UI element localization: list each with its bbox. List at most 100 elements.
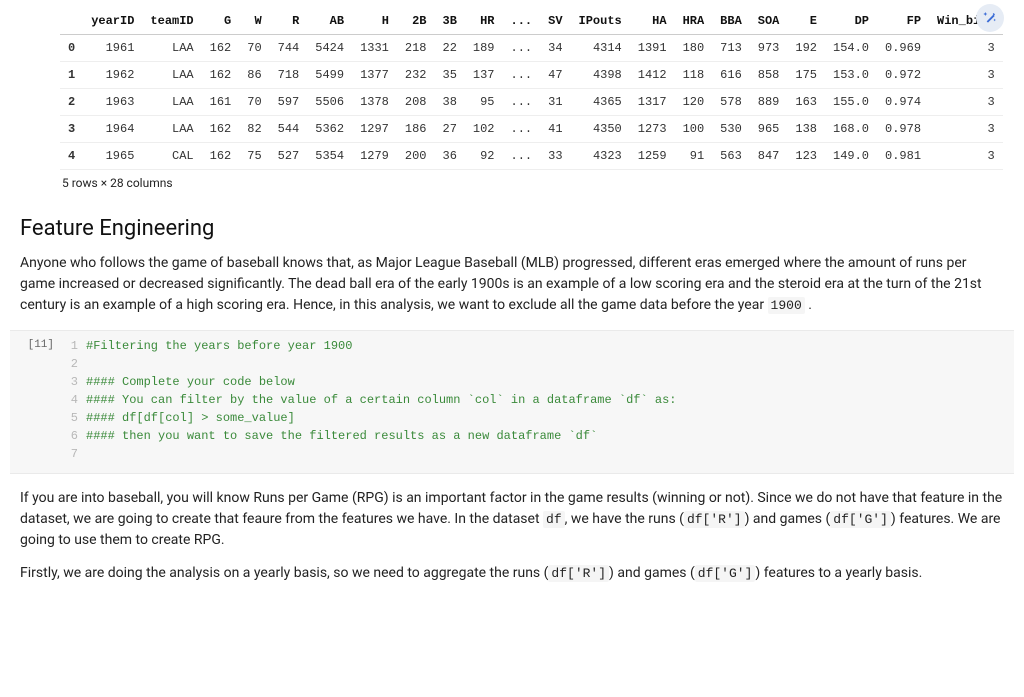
dataframe-table: yearIDteamIDGWRABH2B3BHR...SVIPoutsHAHRA… bbox=[60, 8, 1003, 170]
table-cell: 186 bbox=[397, 116, 435, 143]
table-cell: 578 bbox=[712, 89, 750, 116]
table-cell: 1297 bbox=[352, 116, 397, 143]
line-number: 6 bbox=[60, 427, 86, 445]
table-cell: LAA bbox=[142, 116, 201, 143]
table-cell: 4365 bbox=[571, 89, 630, 116]
table-cell: 95 bbox=[465, 89, 503, 116]
table-cell: 847 bbox=[750, 143, 788, 170]
table-cell: 175 bbox=[787, 62, 825, 89]
table-cell: 155.0 bbox=[825, 89, 877, 116]
table-cell: 162 bbox=[202, 143, 240, 170]
table-cell: 123 bbox=[787, 143, 825, 170]
table-cell: 200 bbox=[397, 143, 435, 170]
table-cell: 1962 bbox=[83, 62, 142, 89]
table-cell: 35 bbox=[435, 62, 465, 89]
paragraph-2: If you are into baseball, you will know … bbox=[20, 488, 1004, 551]
table-cell: 1377 bbox=[352, 62, 397, 89]
table-cell: 208 bbox=[397, 89, 435, 116]
table-cell: 163 bbox=[787, 89, 825, 116]
table-cell: 1961 bbox=[83, 35, 142, 62]
inline-code: df['G'] bbox=[830, 511, 891, 528]
cell-prompt: [11] bbox=[10, 331, 60, 351]
table-cell: 597 bbox=[270, 89, 308, 116]
table-cell: 41 bbox=[540, 116, 570, 143]
table-cell: 1331 bbox=[352, 35, 397, 62]
text: ) features to a yearly basis. bbox=[755, 565, 922, 581]
table-cell: 232 bbox=[397, 62, 435, 89]
column-header: HRA bbox=[675, 8, 713, 35]
table-row: 21963LAA16170597550613782083895...314365… bbox=[60, 89, 1003, 116]
table-cell: 858 bbox=[750, 62, 788, 89]
column-header: G bbox=[202, 8, 240, 35]
table-cell: 137 bbox=[465, 62, 503, 89]
table-cell: 5499 bbox=[307, 62, 352, 89]
column-header: yearID bbox=[83, 8, 142, 35]
table-cell: 27 bbox=[435, 116, 465, 143]
table-cell: 70 bbox=[239, 89, 269, 116]
dataframe-output: yearIDteamIDGWRABH2B3BHR...SVIPoutsHAHRA… bbox=[10, 0, 1014, 190]
code-line: 2 bbox=[60, 355, 1014, 373]
table-cell: 138 bbox=[787, 116, 825, 143]
table-cell: 0.969 bbox=[877, 35, 929, 62]
table-cell: 86 bbox=[239, 62, 269, 89]
table-cell: 4 bbox=[60, 143, 83, 170]
table-cell: 1965 bbox=[83, 143, 142, 170]
column-header: BBA bbox=[712, 8, 750, 35]
table-cell: 5424 bbox=[307, 35, 352, 62]
table-cell: 4350 bbox=[571, 116, 630, 143]
inline-code: 1900 bbox=[768, 297, 805, 314]
table-cell: 530 bbox=[712, 116, 750, 143]
table-cell: 34 bbox=[540, 35, 570, 62]
table-cell: 1412 bbox=[630, 62, 675, 89]
table-cell: 5354 bbox=[307, 143, 352, 170]
table-cell: 544 bbox=[270, 116, 308, 143]
table-cell: 0.974 bbox=[877, 89, 929, 116]
table-cell: 31 bbox=[540, 89, 570, 116]
table-cell: 5362 bbox=[307, 116, 352, 143]
column-header bbox=[60, 8, 83, 35]
table-cell: 120 bbox=[675, 89, 713, 116]
table-cell: 744 bbox=[270, 35, 308, 62]
table-cell: 1391 bbox=[630, 35, 675, 62]
dataframe-dim-note: 5 rows × 28 columns bbox=[60, 170, 974, 190]
table-cell: 3 bbox=[929, 143, 1003, 170]
column-header: DP bbox=[825, 8, 877, 35]
table-row: 11962LAA162867185499137723235137...47439… bbox=[60, 62, 1003, 89]
magic-plot-button[interactable] bbox=[976, 4, 1004, 32]
code-line: 3#### Complete your code below bbox=[60, 373, 1014, 391]
table-cell: 218 bbox=[397, 35, 435, 62]
table-cell: 102 bbox=[465, 116, 503, 143]
code-text: #### df[df[col] > some_value] bbox=[86, 409, 295, 427]
table-cell: 3 bbox=[60, 116, 83, 143]
table-cell: 1378 bbox=[352, 89, 397, 116]
table-cell: 3 bbox=[929, 89, 1003, 116]
column-header: ... bbox=[503, 8, 541, 35]
column-header: 2B bbox=[397, 8, 435, 35]
magic-wand-icon bbox=[982, 10, 998, 26]
table-cell: 3 bbox=[929, 116, 1003, 143]
table-cell: 168.0 bbox=[825, 116, 877, 143]
table-cell: 713 bbox=[712, 35, 750, 62]
table-cell: 22 bbox=[435, 35, 465, 62]
table-cell: CAL bbox=[142, 143, 201, 170]
code-text: #### Complete your code below bbox=[86, 373, 295, 391]
table-cell: 527 bbox=[270, 143, 308, 170]
table-cell: 1964 bbox=[83, 116, 142, 143]
column-header: 3B bbox=[435, 8, 465, 35]
code-cell[interactable]: [11] 1#Filtering the years before year 1… bbox=[10, 330, 1014, 474]
table-cell: 718 bbox=[270, 62, 308, 89]
table-cell: 91 bbox=[675, 143, 713, 170]
table-cell: 118 bbox=[675, 62, 713, 89]
table-cell: 153.0 bbox=[825, 62, 877, 89]
code-body[interactable]: 1#Filtering the years before year 190023… bbox=[60, 331, 1014, 473]
table-cell: 1279 bbox=[352, 143, 397, 170]
table-cell: 92 bbox=[465, 143, 503, 170]
text: ) and games ( bbox=[745, 511, 831, 527]
table-cell: 162 bbox=[202, 116, 240, 143]
table-cell: 3 bbox=[929, 35, 1003, 62]
code-line: 7 bbox=[60, 445, 1014, 463]
table-cell: 1273 bbox=[630, 116, 675, 143]
text: , we have the runs ( bbox=[565, 511, 684, 527]
table-cell: 192 bbox=[787, 35, 825, 62]
table-cell: 82 bbox=[239, 116, 269, 143]
